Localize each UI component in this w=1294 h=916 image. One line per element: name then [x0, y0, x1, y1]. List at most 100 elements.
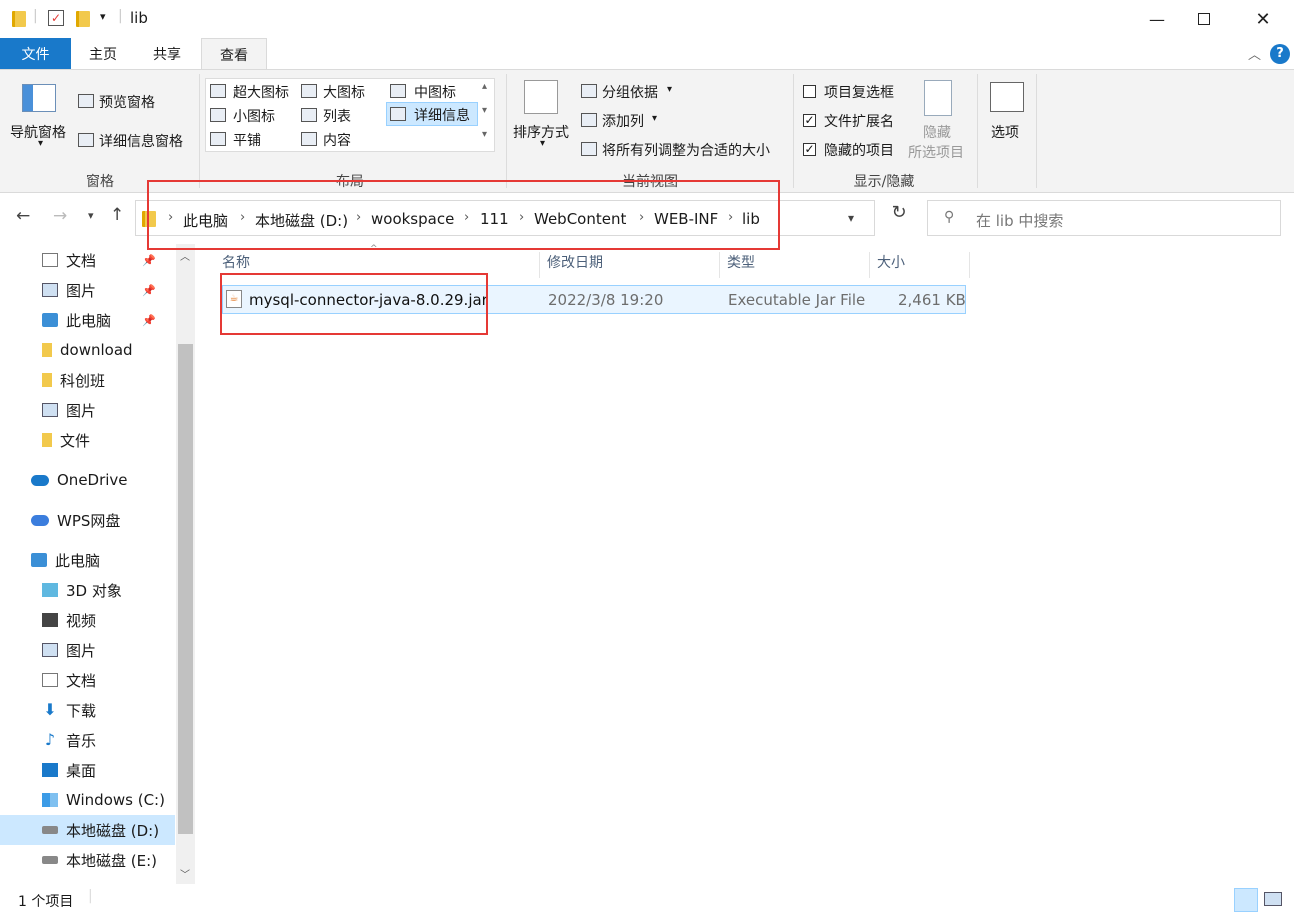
- divider: [506, 74, 507, 188]
- pin-icon: 📌: [142, 283, 156, 297]
- music-icon: ♪: [44, 730, 56, 749]
- nav-item-pictures[interactable]: 图片: [42, 395, 96, 425]
- divider: [977, 74, 978, 188]
- minimize-button[interactable]: —: [1134, 0, 1180, 38]
- folder-icon: [42, 343, 52, 357]
- layout-list[interactable]: 列表: [323, 106, 351, 126]
- scroll-down-icon[interactable]: ﹀: [180, 866, 190, 881]
- nav-scrollbar[interactable]: ︿ ﹀: [176, 244, 195, 884]
- nav-item-music[interactable]: ♪ 音乐: [42, 725, 96, 755]
- recent-locations-icon[interactable]: ▾: [88, 209, 94, 222]
- nav-item-label: 视频: [66, 611, 97, 630]
- large-icons-view-icon[interactable]: [1264, 892, 1282, 906]
- layout-large-icons[interactable]: 大图标: [323, 82, 365, 102]
- tab-view[interactable]: 查看: [201, 38, 267, 70]
- up-arrow-icon[interactable]: ↑: [110, 205, 124, 225]
- new-folder-icon[interactable]: [76, 11, 90, 27]
- small-icons-icon: [210, 108, 226, 122]
- help-icon[interactable]: ?: [1270, 44, 1290, 64]
- scroll-up-icon[interactable]: ︿: [180, 248, 190, 263]
- windows-drive-icon: [42, 793, 58, 807]
- file-size: 2,461 KB: [898, 291, 966, 309]
- item-checkboxes-checkbox[interactable]: [803, 85, 816, 98]
- address-dropdown-icon[interactable]: ▾: [848, 211, 854, 225]
- column-header-size[interactable]: 大小: [873, 252, 970, 278]
- file-extensions-checkbox[interactable]: ✓: [803, 114, 816, 127]
- video-icon: [42, 613, 58, 627]
- nav-item-downloads[interactable]: ⬇ 下载: [42, 695, 96, 725]
- preview-pane-button[interactable]: 预览窗格: [99, 92, 155, 112]
- folder-icon: [12, 11, 26, 27]
- column-header-modified[interactable]: 修改日期: [543, 252, 720, 278]
- close-button[interactable]: ✕: [1240, 0, 1286, 38]
- nav-item-label: download: [60, 341, 133, 359]
- cube-icon: [42, 583, 58, 597]
- nav-item-download[interactable]: download: [42, 335, 133, 365]
- gallery-up-icon[interactable]: ▴: [482, 81, 487, 92]
- hide-selected-line2: 所选项目: [908, 145, 964, 161]
- gallery-more-icon[interactable]: ▾: [482, 129, 487, 140]
- navigation-pane: 文档 📌 图片 📌 此电脑 📌 download 科创班 图片 文件 OneDrive…: [0, 244, 196, 884]
- highlight-file-box: [220, 273, 488, 335]
- layout-tiles[interactable]: 平铺: [233, 130, 261, 150]
- tab-share[interactable]: 共享: [142, 38, 192, 69]
- document-icon: [42, 673, 58, 687]
- details-pane-button[interactable]: 详细信息窗格: [99, 131, 183, 151]
- add-column-button[interactable]: 添加列: [602, 111, 644, 131]
- divider: [199, 74, 200, 188]
- nav-item-label: 3D 对象: [66, 581, 122, 600]
- properties-icon[interactable]: ✓: [48, 10, 64, 26]
- nav-item-this-pc[interactable]: 此电脑: [31, 545, 100, 575]
- layout-small-icons[interactable]: 小图标: [233, 106, 275, 126]
- details-view-icon[interactable]: [1234, 888, 1258, 912]
- folder-icon: [42, 433, 52, 447]
- layout-details-selected[interactable]: 详细信息: [386, 102, 478, 126]
- nav-item-label: Windows (C:): [66, 791, 165, 809]
- nav-item-3d-objects[interactable]: 3D 对象: [42, 575, 122, 605]
- hidden-items-checkbox[interactable]: ✓: [803, 143, 816, 156]
- group-by-button[interactable]: 分组依据: [602, 82, 658, 102]
- sort-by-button[interactable]: 排序方式 ▾: [512, 76, 576, 160]
- nav-item-this-pc-pinned[interactable]: 此电脑 📌: [42, 305, 182, 335]
- chevron-down-icon: ▾: [667, 84, 673, 95]
- nav-item-desktop[interactable]: 桌面: [42, 755, 96, 785]
- picture-icon: [42, 643, 58, 657]
- layout-medium-icons[interactable]: 中图标: [414, 82, 456, 102]
- nav-item-pictures-pinned[interactable]: 图片 📌: [42, 275, 182, 305]
- scrollbar-thumb[interactable]: [178, 344, 193, 834]
- gallery-down-icon[interactable]: ▾: [482, 105, 487, 116]
- quick-access-dropdown-icon[interactable]: ▾: [100, 10, 106, 23]
- search-box[interactable]: ⚲ 在 lib 中搜索: [927, 200, 1281, 236]
- collapse-ribbon-icon[interactable]: ︿: [1248, 44, 1261, 63]
- nav-item-drive-e[interactable]: 本地磁盘 (E:): [42, 845, 157, 875]
- list-icon: [301, 108, 317, 122]
- extra-large-icons-icon: [210, 84, 226, 98]
- maximize-button[interactable]: [1181, 0, 1227, 38]
- fit-columns-button[interactable]: 将所有列调整为合适的大小: [602, 140, 770, 160]
- nav-item-drive-d[interactable]: 本地磁盘 (D:): [42, 815, 159, 845]
- cloud-icon: [31, 474, 49, 486]
- tab-home[interactable]: 主页: [78, 38, 128, 69]
- tab-file[interactable]: 文件: [0, 38, 71, 69]
- nav-item-files[interactable]: 文件: [42, 425, 90, 455]
- nav-item-documents-pc[interactable]: 文档: [42, 665, 96, 695]
- column-header-type[interactable]: 类型: [723, 252, 870, 278]
- nav-item-kechuangban[interactable]: 科创班: [42, 365, 105, 395]
- nav-item-drive-c[interactable]: Windows (C:): [42, 785, 165, 815]
- nav-item-wps[interactable]: WPS网盘: [31, 505, 120, 535]
- refresh-icon[interactable]: ↻: [884, 202, 914, 234]
- search-icon: ⚲: [944, 209, 955, 225]
- back-arrow-icon[interactable]: ←: [16, 206, 30, 226]
- options-icon: [990, 82, 1024, 112]
- nav-item-videos[interactable]: 视频: [42, 605, 96, 635]
- medium-icons-icon: [390, 84, 406, 98]
- nav-pane-button[interactable]: 导航窗格 ▾: [8, 76, 72, 160]
- layout-extra-large-icons[interactable]: 超大图标: [233, 82, 289, 102]
- forward-arrow-icon[interactable]: →: [53, 206, 67, 226]
- options-button[interactable]: 选项: [984, 76, 1030, 160]
- nav-item-label: 文档: [66, 671, 97, 690]
- layout-content[interactable]: 内容: [323, 130, 351, 150]
- nav-item-onedrive[interactable]: OneDrive: [31, 465, 128, 495]
- hide-selected-button[interactable]: 隐藏 所选项目: [905, 76, 971, 161]
- nav-item-pictures-pc[interactable]: 图片: [42, 635, 96, 665]
